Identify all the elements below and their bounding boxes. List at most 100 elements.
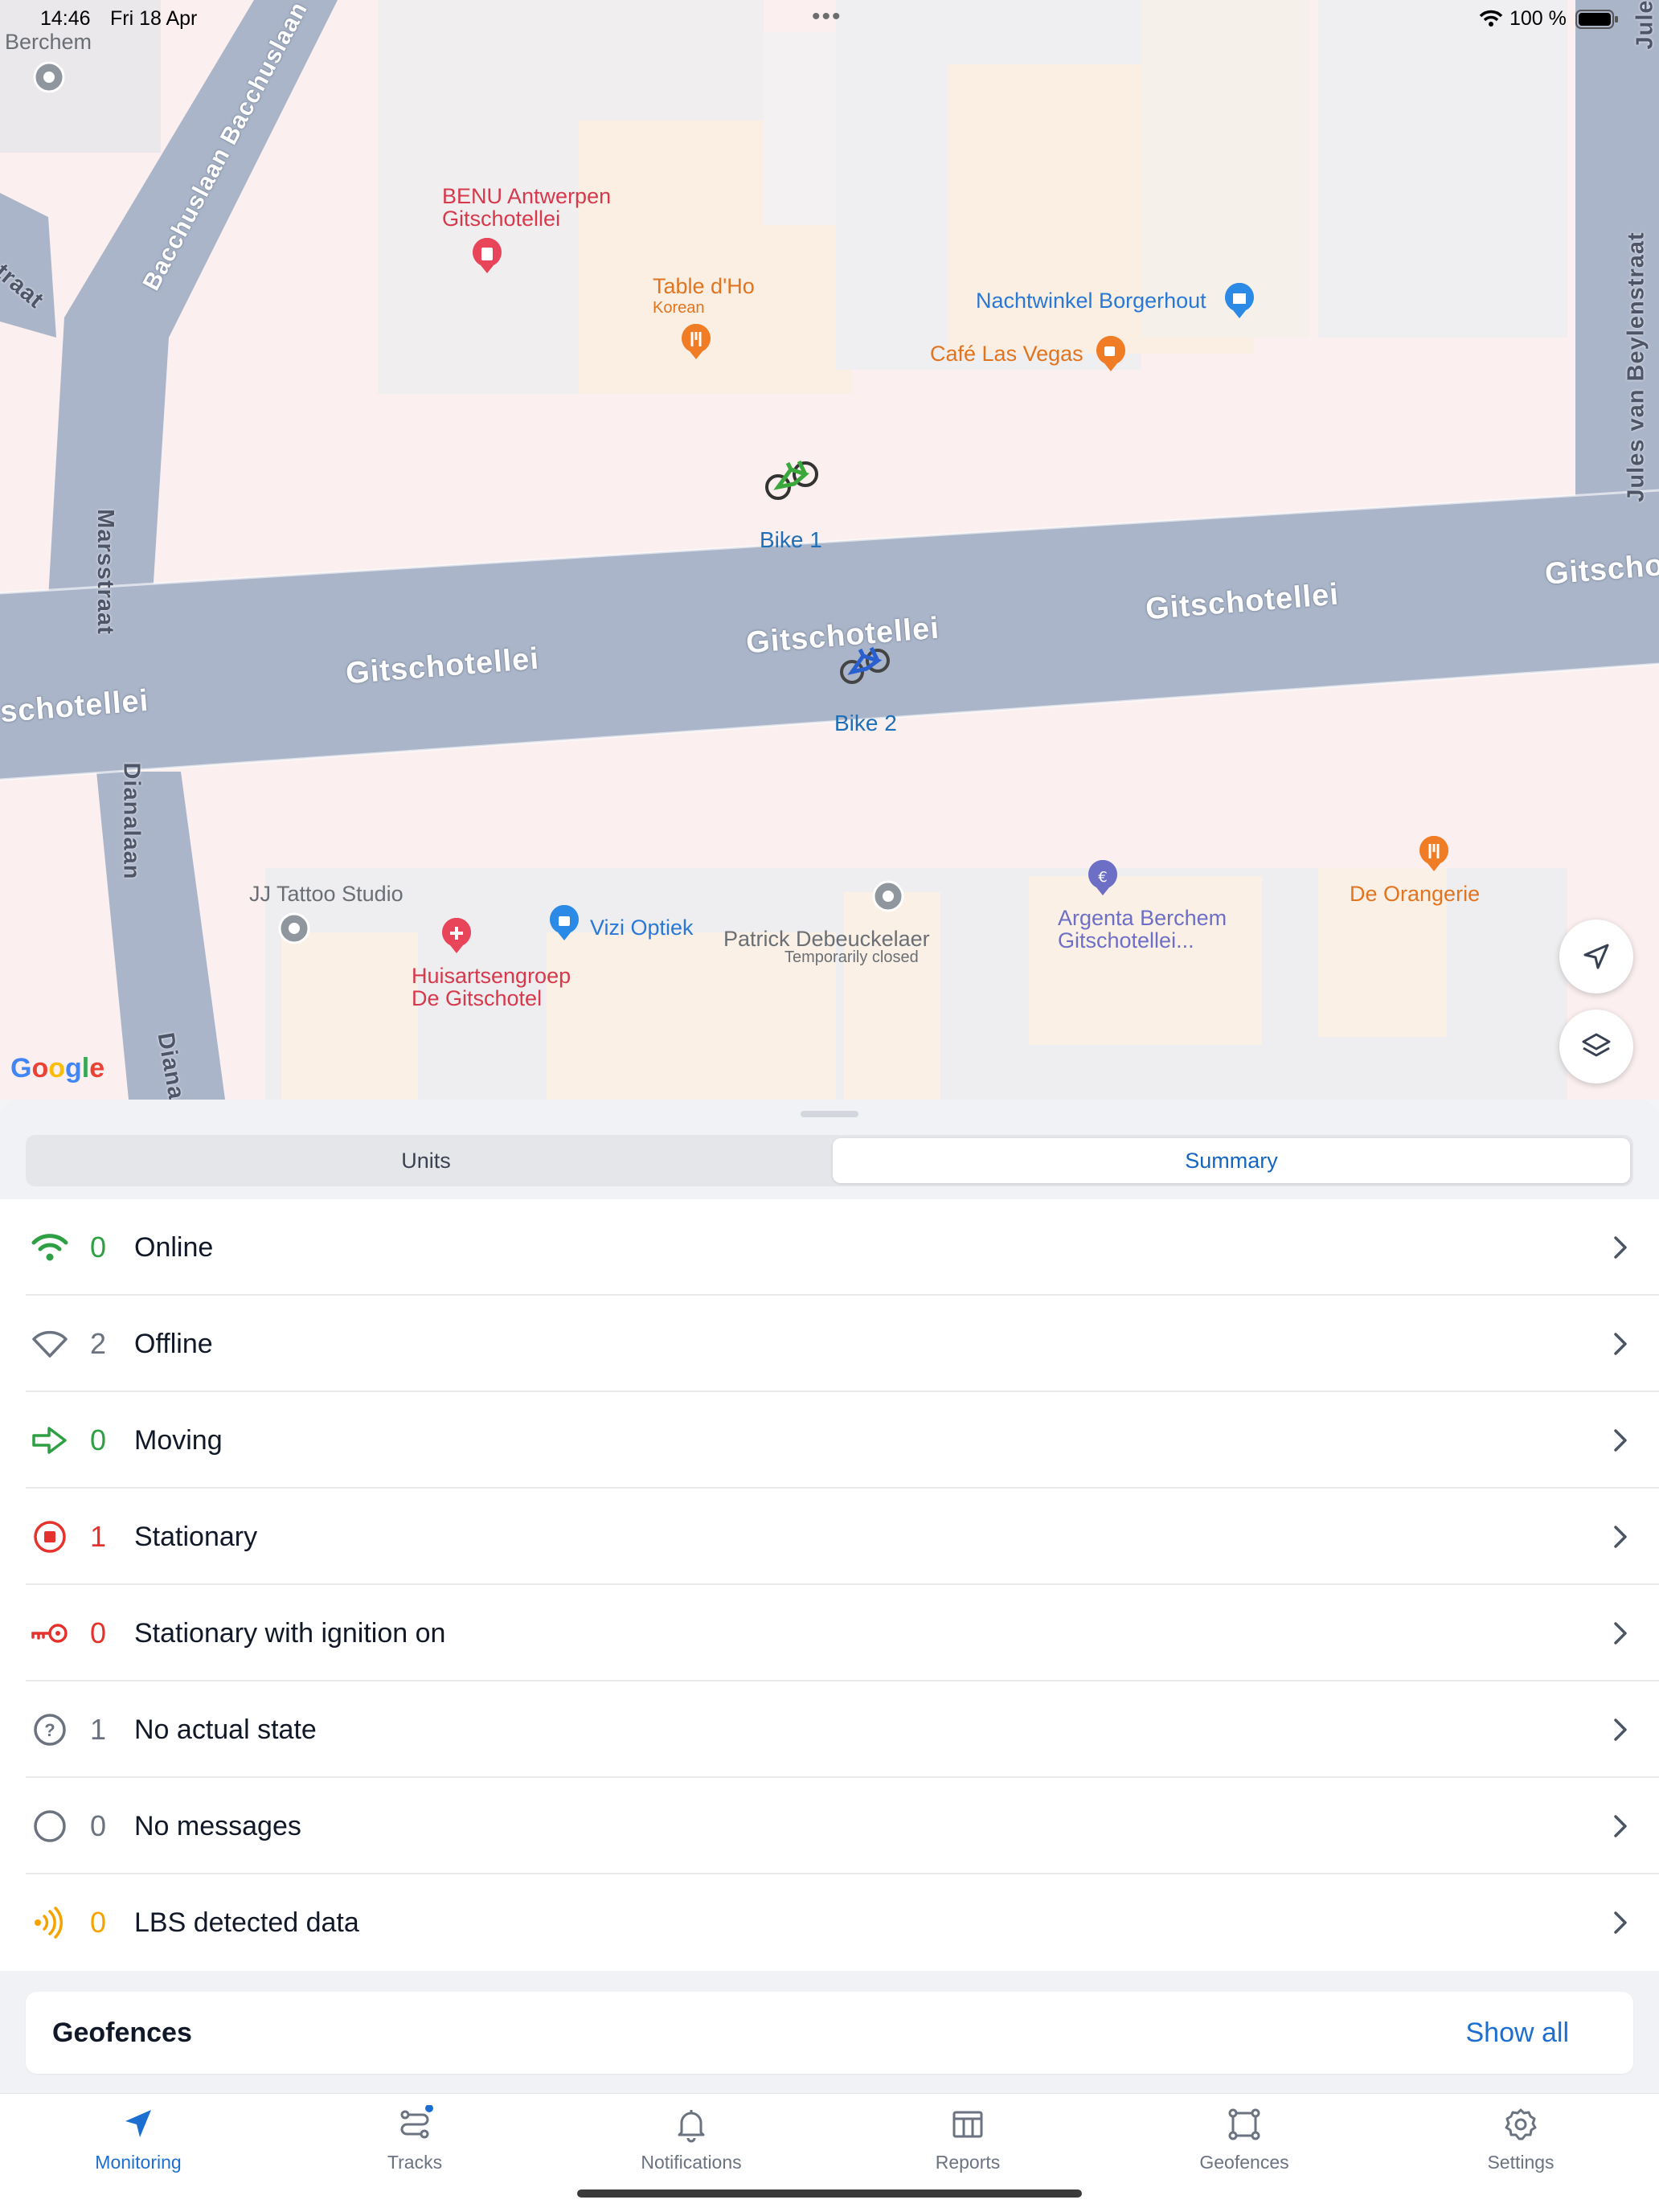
status-bar: 14:46 Fri 18 Apr ••• 100 %: [0, 0, 1659, 39]
summary-row-no-actual-state[interactable]: ? 1 No actual state: [26, 1682, 1659, 1778]
svg-text:?: ?: [44, 1720, 55, 1740]
summary-row-no-messages[interactable]: 0 No messages: [26, 1778, 1659, 1874]
tab-label: Tracks: [387, 2152, 443, 2173]
chevron-right-icon: [1614, 1526, 1627, 1548]
summary-row-ignition-on[interactable]: 0 Stationary with ignition on: [26, 1585, 1659, 1682]
place-pin-icon[interactable]: [278, 912, 310, 949]
chevron-right-icon: [1614, 1911, 1627, 1934]
summary-label: Online: [134, 1231, 214, 1263]
place-label-argenta: Argenta Berchem: [1058, 906, 1227, 930]
map-view[interactable]: Gitschotellei Gitschotellei Gitschotelle…: [0, 0, 1659, 1100]
show-all-geofences-link[interactable]: Show all: [1465, 2017, 1569, 2049]
tab-units[interactable]: Units: [29, 1138, 823, 1183]
summary-list: 0 Online 2 Offline 0 Moving 1 Stationary…: [0, 1199, 1659, 1971]
summary-count: 0: [90, 1809, 107, 1842]
chevron-right-icon: [1614, 1236, 1627, 1259]
wifi-icon: [31, 1230, 69, 1265]
status-time: 14:46: [40, 7, 91, 30]
place-pin-icon[interactable]: [872, 880, 904, 917]
summary-label: No messages: [134, 1810, 301, 1841]
summary-row-moving[interactable]: 0 Moving: [26, 1392, 1659, 1489]
summary-count: 0: [90, 1906, 107, 1939]
svg-text:€: €: [1098, 869, 1107, 886]
home-indicator[interactable]: [577, 2189, 1082, 2198]
google-logo: Google: [10, 1053, 105, 1083]
cafe-pin-icon[interactable]: [1095, 336, 1127, 373]
summary-count: 0: [90, 1423, 107, 1456]
medical-pin-icon[interactable]: [440, 918, 473, 955]
place-label-huisarts-sub: De Gitschotel: [412, 986, 543, 1010]
pharmacy-pin-icon[interactable]: [471, 238, 503, 275]
layers-icon: [1582, 1033, 1611, 1057]
tab-reports[interactable]: Reports: [830, 2105, 1106, 2177]
place-pin-icon[interactable]: [33, 61, 65, 98]
place-label-benu-sub: Gitschotellei: [442, 207, 561, 231]
summary-count: 0: [90, 1616, 107, 1649]
tab-label: Monitoring: [95, 2152, 182, 2173]
summary-row-lbs[interactable]: 0 LBS detected data: [26, 1874, 1659, 1971]
tab-settings[interactable]: Settings: [1382, 2105, 1659, 2177]
tab-summary[interactable]: Summary: [833, 1138, 1630, 1183]
tab-notifications[interactable]: Notifications: [553, 2105, 830, 2177]
street-label: Dianalaan: [118, 762, 145, 880]
place-label-nachtwinkel: Nachtwinkel Borgerhout: [976, 289, 1206, 313]
empty-circle-icon: [31, 1809, 69, 1844]
place-label-orangerie: De Orangerie: [1350, 882, 1481, 906]
shopping-pin-icon[interactable]: [548, 905, 580, 942]
tab-label: Reports: [935, 2152, 1001, 2173]
question-circle-icon: ?: [31, 1712, 69, 1747]
restaurant-pin-icon[interactable]: [1418, 836, 1450, 873]
status-date: Fri 18 Apr: [110, 7, 198, 30]
geofences-card: Geofences Show all: [26, 1992, 1633, 2074]
gear-icon: [1505, 2108, 1537, 2140]
summary-row-stationary[interactable]: 1 Stationary: [26, 1489, 1659, 1585]
key-icon: [31, 1616, 69, 1651]
restaurant-pin-icon[interactable]: [680, 324, 712, 361]
segmented-control: Units Summary: [26, 1135, 1633, 1186]
chevron-right-icon: [1614, 1333, 1627, 1355]
place-label-argenta-sub: Gitschotellei...: [1058, 928, 1194, 952]
wifi-off-icon: [31, 1326, 69, 1362]
map-layers-button[interactable]: [1559, 1010, 1633, 1083]
tab-monitoring[interactable]: Monitoring: [0, 2105, 276, 2177]
street-label: Jules van Beylenstraat: [1623, 231, 1649, 502]
tab-label: Settings: [1487, 2152, 1555, 2173]
place-label-cafe: Café Las Vegas: [930, 342, 1083, 366]
place-label-patrick-sub: Temporarily closed: [784, 948, 919, 966]
bank-pin-icon[interactable]: €: [1087, 860, 1119, 897]
bike-2-label[interactable]: Bike 2: [834, 711, 897, 736]
bike-2-marker-icon[interactable]: [839, 635, 894, 688]
my-location-button[interactable]: [1559, 920, 1633, 993]
tracks-icon: [400, 2105, 433, 2139]
wifi-status-icon: [1479, 10, 1503, 27]
summary-count: 2: [90, 1327, 107, 1360]
summary-label: Offline: [134, 1328, 213, 1359]
summary-label: Moving: [134, 1424, 223, 1456]
navigation-arrow-icon: [125, 2110, 151, 2137]
summary-row-online[interactable]: 0 Online: [26, 1199, 1659, 1296]
sheet-grabber[interactable]: [801, 1111, 858, 1117]
tab-label: Notifications: [641, 2152, 742, 2173]
tab-tracks[interactable]: Tracks: [276, 2105, 553, 2177]
bike-1-marker-icon[interactable]: [764, 445, 821, 505]
chevron-right-icon: [1614, 1718, 1627, 1741]
chevron-right-icon: [1614, 1622, 1627, 1645]
summary-label: LBS detected data: [134, 1907, 359, 1938]
reports-icon: [952, 2111, 983, 2138]
bike-1-label[interactable]: Bike 1: [760, 527, 822, 553]
summary-label: No actual state: [134, 1714, 317, 1745]
location-arrow-icon: [1583, 944, 1609, 969]
tab-geofences[interactable]: Geofences: [1106, 2105, 1382, 2177]
arrow-right-icon: [31, 1423, 69, 1458]
place-label-table-dho: Table d'Ho: [653, 274, 755, 298]
place-label-table-dho-sub: Korean: [653, 299, 705, 317]
street-label: Marsstraat: [92, 509, 118, 635]
shop-pin-icon[interactable]: [1223, 283, 1256, 320]
summary-sheet: Units Summary 0 Online 2 Offline 0 Movin…: [0, 1100, 1659, 2212]
summary-row-offline[interactable]: 2 Offline: [26, 1296, 1659, 1392]
multitasking-dots-icon[interactable]: •••: [812, 3, 842, 31]
summary-label: Stationary: [134, 1521, 258, 1552]
chevron-right-icon: [1614, 1429, 1627, 1452]
battery-percentage: 100 %: [1509, 7, 1567, 30]
place-label-jj-tattoo: JJ Tattoo Studio: [249, 882, 403, 906]
